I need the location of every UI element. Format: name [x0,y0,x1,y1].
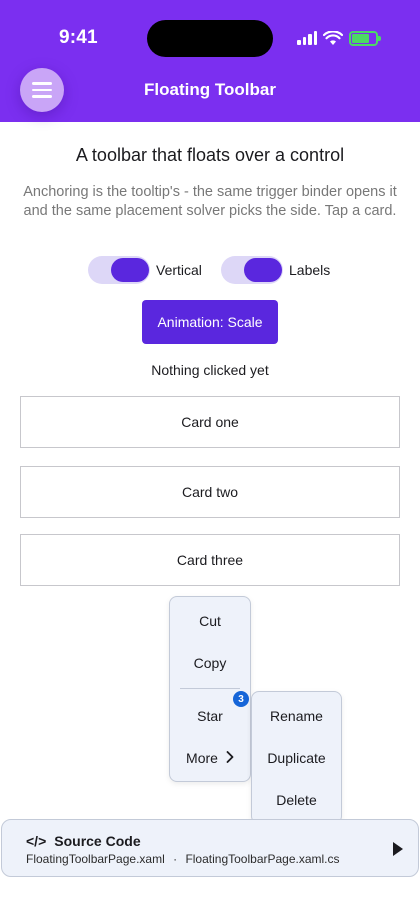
labels-switch[interactable] [221,256,283,284]
source-code-label: Source Code [54,833,141,849]
card-two[interactable]: Card two [20,466,400,518]
app-header: 9:41 Floating Toolbar [0,0,420,122]
page-title: A toolbar that floats over a control [75,145,345,165]
toolbar-more-label: More [186,750,218,766]
toolbar-more[interactable]: More [170,738,250,778]
toolbar-cut[interactable]: Cut [170,601,250,641]
code-icon: </> [26,833,47,849]
star-count-badge: 3 [233,691,249,707]
submenu-duplicate[interactable]: Duplicate [252,738,341,778]
play-icon[interactable] [393,842,403,856]
source-file-separator: · [173,852,178,866]
toolbar-separator [180,688,240,689]
wifi-icon [323,30,343,45]
page-header-title: Floating Toolbar [144,80,276,99]
labels-toggle-label: Labels [289,262,331,278]
status-time: 9:41 [59,27,98,48]
page-description: Anchoring is the tooltip's - the same tr… [23,184,397,219]
more-submenu: Rename Duplicate Delete [251,691,342,824]
source-file-xaml[interactable]: FloatingToolbarPage.xaml [26,852,165,866]
signal-icon [297,31,317,45]
labels-toggle[interactable]: Labels [221,256,330,284]
source-files: FloatingToolbarPage.xaml · FloatingToolb… [26,852,340,866]
dynamic-island [147,20,273,57]
card-three[interactable]: Card three [20,534,400,586]
click-status: Nothing clicked yet [151,362,269,378]
card-one[interactable]: Card one [20,396,400,448]
toolbar-copy[interactable]: Copy [170,643,250,683]
source-code-bar[interactable]: </> Source Code FloatingToolbarPage.xaml … [1,819,419,877]
submenu-rename[interactable]: Rename [252,696,341,736]
status-icons [297,28,381,48]
source-file-cs[interactable]: FloatingToolbarPage.xaml.cs [185,852,339,866]
submenu-delete[interactable]: Delete [252,780,341,820]
battery-icon [349,30,381,46]
animation-button[interactable]: Animation: Scale [142,300,278,344]
vertical-toggle[interactable]: Vertical [88,256,202,284]
source-code-title: </> Source Code [26,833,141,849]
floating-toolbar: Cut Copy Star More [169,596,251,782]
chevron-right-icon [226,750,234,766]
vertical-switch[interactable] [88,256,150,284]
vertical-toggle-label: Vertical [156,262,202,278]
